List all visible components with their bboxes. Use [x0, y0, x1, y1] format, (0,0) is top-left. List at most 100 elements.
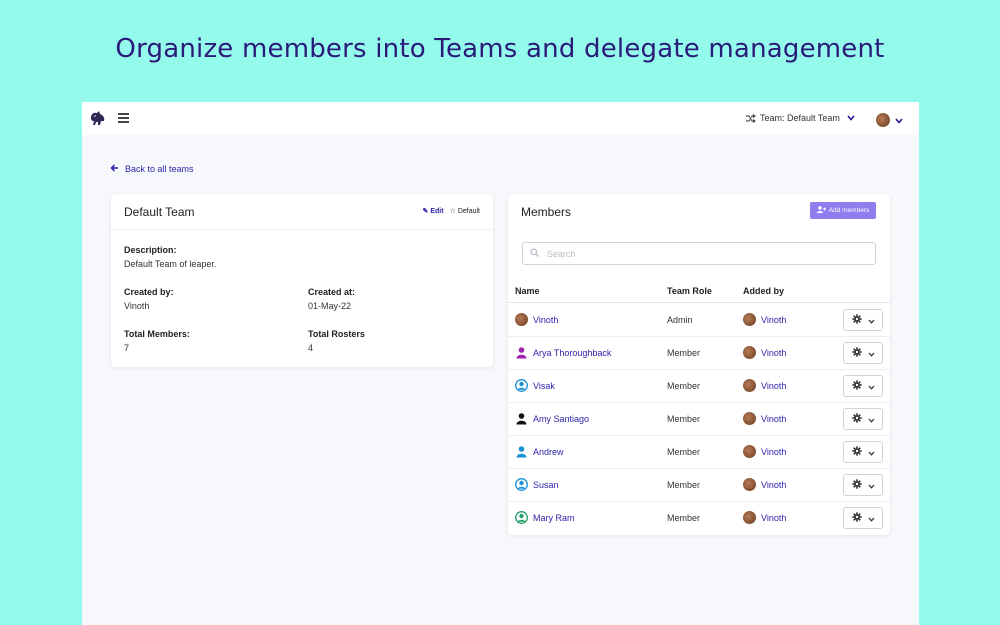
edit-label: Edit: [430, 208, 444, 215]
avatar: [743, 511, 756, 524]
edit-button[interactable]: ✎ Edit: [423, 207, 444, 215]
hamburger-menu-icon[interactable]: [118, 113, 129, 126]
avatar: [743, 445, 756, 458]
member-role: Member: [667, 381, 701, 391]
member-name: Visak: [533, 380, 555, 391]
gear-icon: [851, 344, 862, 362]
team-switcher[interactable]: Team: Default Team: [746, 113, 855, 123]
user-circle-icon: [515, 379, 528, 392]
table-row: Susan Member Vinoth: [508, 469, 890, 502]
search-placeholder: Search: [547, 248, 576, 259]
total-rosters-value: 4: [308, 343, 314, 353]
chevron-down-icon: [868, 311, 875, 329]
gear-icon: [851, 509, 862, 527]
member-name: Amy Santiago: [533, 413, 590, 424]
bird-logo-icon[interactable]: [89, 109, 107, 127]
back-link-label: Back to all teams: [125, 164, 194, 174]
member-name-link[interactable]: Vinoth: [515, 313, 558, 326]
chevron-down-icon: [868, 410, 875, 428]
added-by-link[interactable]: Vinoth: [743, 313, 786, 326]
member-name: Arya Thoroughback: [533, 347, 612, 358]
member-settings-button[interactable]: [843, 474, 883, 496]
column-header-name: Name: [515, 286, 540, 296]
member-name-link[interactable]: Mary Ram: [515, 511, 575, 524]
created-at-label: Created at:: [308, 287, 356, 297]
column-header-added-by: Added by: [743, 286, 785, 296]
member-settings-button[interactable]: [843, 309, 883, 331]
member-role: Admin: [667, 315, 693, 325]
added-by-link[interactable]: Vinoth: [743, 478, 786, 491]
table-row: Mary Ram Member Vinoth: [508, 502, 890, 535]
gear-icon: [851, 443, 862, 461]
member-settings-button[interactable]: [843, 507, 883, 529]
avatar: [743, 346, 756, 359]
star-icon: ☆: [449, 208, 456, 215]
user-menu[interactable]: [876, 111, 903, 129]
member-role: Member: [667, 480, 701, 490]
member-name: Susan: [533, 479, 559, 490]
shuffle-icon: [746, 113, 756, 123]
member-settings-button[interactable]: [843, 342, 883, 364]
added-by-name: Vinoth: [761, 314, 787, 325]
member-name-link[interactable]: Andrew: [515, 445, 564, 458]
created-by-value: Vinoth: [124, 301, 150, 311]
divider: [111, 229, 493, 230]
member-name-link[interactable]: Amy Santiago: [515, 412, 589, 425]
top-bar: Team: Default Team: [82, 102, 919, 135]
members-title: Members: [521, 205, 572, 219]
added-by-link[interactable]: Vinoth: [743, 346, 786, 359]
added-by-link[interactable]: Vinoth: [743, 511, 786, 524]
member-settings-button[interactable]: [843, 375, 883, 397]
added-by-link[interactable]: Vinoth: [743, 412, 786, 425]
page-headline: Organize members into Teams and delegate…: [115, 34, 885, 64]
member-name: Andrew: [533, 446, 564, 457]
user-circle-icon: [515, 478, 528, 491]
avatar: [743, 412, 756, 425]
default-label: Default: [457, 208, 480, 215]
created-by-label: Created by:: [124, 287, 174, 297]
gear-icon: [851, 410, 862, 428]
added-by-link[interactable]: Vinoth: [743, 379, 786, 392]
added-by-name: Vinoth: [761, 413, 787, 424]
gear-icon: [851, 377, 862, 395]
description-label: Description:: [124, 245, 177, 255]
back-link[interactable]: Back to all teams: [110, 164, 194, 174]
pencil-icon: ✎: [422, 208, 429, 215]
column-header-team-role: Team Role: [667, 286, 712, 296]
add-members-button[interactable]: Add members: [810, 202, 876, 219]
chevron-down-icon: [868, 443, 875, 461]
default-button[interactable]: ☆ Default: [450, 207, 480, 215]
member-settings-button[interactable]: [843, 441, 883, 463]
member-role: Member: [667, 513, 701, 523]
member-name-link[interactable]: Visak: [515, 379, 555, 392]
avatar: [743, 379, 756, 392]
user-icon: [515, 412, 528, 425]
added-by-name: Vinoth: [761, 446, 787, 457]
chevron-down-icon: [868, 476, 875, 494]
member-name-link[interactable]: Susan: [515, 478, 559, 491]
member-role: Member: [667, 348, 701, 358]
avatar: [515, 313, 528, 326]
search-input[interactable]: Search: [522, 242, 876, 265]
avatar: [743, 478, 756, 491]
user-plus-icon: [816, 206, 826, 215]
member-name-link[interactable]: Arya Thoroughback: [515, 346, 611, 359]
team-switch-label: Team: Default Team: [760, 113, 840, 123]
chevron-down-icon: [868, 509, 875, 527]
member-role: Member: [667, 447, 701, 457]
total-members-label: Total Members:: [124, 329, 190, 339]
table-row: Arya Thoroughback Member Vinoth: [508, 337, 890, 370]
total-rosters-label: Total Rosters: [308, 329, 365, 339]
avatar: [876, 113, 890, 127]
added-by-link[interactable]: Vinoth: [743, 445, 786, 458]
created-at-value: 01-May-22: [308, 301, 352, 311]
add-members-label: Add members: [828, 207, 870, 214]
chevron-down-icon: [895, 111, 903, 129]
search-icon: [530, 248, 539, 259]
member-role: Member: [667, 414, 701, 424]
member-settings-button[interactable]: [843, 408, 883, 430]
chevron-down-icon: [868, 344, 875, 362]
members-card: Members Add members Search Name Team Rol…: [508, 194, 890, 535]
app-window: Team: Default Team Back to all teams Def…: [82, 102, 919, 625]
user-circle-icon: [515, 511, 528, 524]
